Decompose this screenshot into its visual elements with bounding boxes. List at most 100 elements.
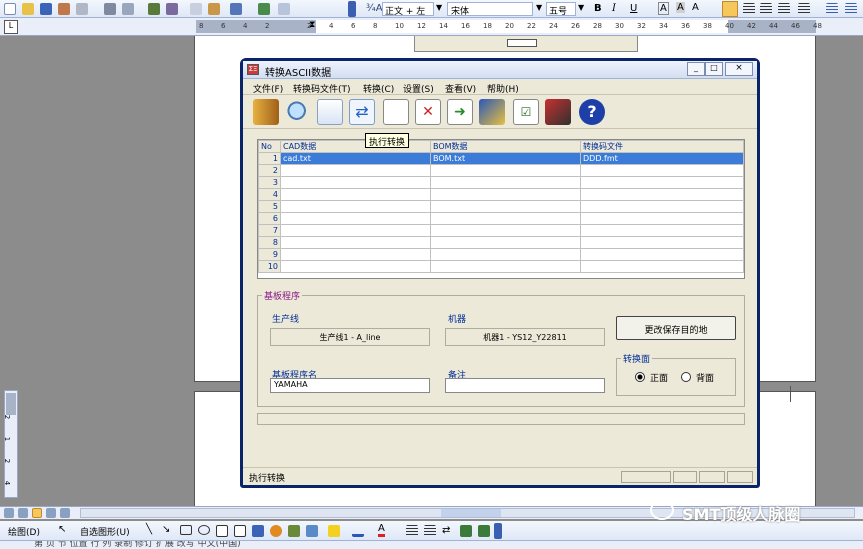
menu-help[interactable]: 帮助(H)	[487, 82, 519, 95]
normal-view-icon[interactable]	[4, 508, 14, 518]
table-cell-bom[interactable]	[430, 260, 581, 273]
print-icon[interactable]	[104, 3, 116, 15]
permission-icon[interactable]	[58, 3, 70, 15]
line-spacing-icon[interactable]	[798, 3, 810, 15]
chart-edit-icon[interactable]	[479, 99, 505, 125]
menu-view[interactable]: 查看(V)	[445, 82, 476, 95]
line-style-icon[interactable]	[406, 525, 418, 537]
table-row[interactable]: 4	[258, 188, 744, 201]
table-cell-no[interactable]: 10	[258, 260, 281, 273]
change-destination-button[interactable]: 更改保存目的地	[616, 316, 736, 340]
menu-conversion-file[interactable]: 转换码文件(T)	[293, 82, 351, 95]
justify-icon[interactable]	[778, 3, 790, 15]
hyperlink-icon[interactable]	[258, 3, 270, 15]
minimize-button[interactable]: _	[687, 62, 705, 76]
rectangle-tool-icon[interactable]	[180, 525, 192, 535]
table-cell-conv[interactable]	[580, 164, 744, 177]
copy-icon[interactable]	[190, 3, 202, 15]
underline-button[interactable]: U	[630, 3, 637, 14]
table-row[interactable]: 1 cad.txt BOM.txt DDD.fmt	[258, 152, 744, 165]
clipart-icon[interactable]	[288, 525, 300, 537]
align-center-icon[interactable]	[743, 3, 755, 15]
table-cell-bom[interactable]	[430, 188, 581, 201]
table-cell-conv[interactable]	[580, 188, 744, 201]
font-color-button[interactable]: A	[658, 2, 669, 15]
save-icon[interactable]	[40, 3, 52, 15]
table-cell-conv[interactable]	[580, 236, 744, 249]
print-view-icon[interactable]	[32, 508, 42, 518]
table-cell-conv[interactable]	[580, 212, 744, 225]
table-cell-bom[interactable]	[430, 224, 581, 237]
table-cell-cad[interactable]	[280, 260, 431, 273]
italic-button[interactable]: I	[612, 3, 616, 14]
table-cell-no[interactable]: 4	[258, 188, 281, 201]
table-cell-no[interactable]: 6	[258, 212, 281, 225]
insert-picture-icon[interactable]	[306, 525, 318, 537]
fill-color-icon[interactable]	[328, 525, 340, 537]
textbox-icon[interactable]	[216, 525, 228, 537]
table-cell-conv[interactable]	[580, 224, 744, 237]
web-view-icon[interactable]	[18, 508, 28, 518]
highlight-button[interactable]: A	[676, 2, 685, 13]
table-row[interactable]: 9	[258, 248, 744, 261]
table-cell-no[interactable]: 8	[258, 236, 281, 249]
font-color-icon[interactable]: A	[378, 524, 385, 537]
help-icon[interactable]: ?	[579, 99, 605, 125]
wordart-icon[interactable]	[252, 525, 264, 537]
table-row[interactable]: 3	[258, 176, 744, 189]
table-cell-no[interactable]: 1	[258, 152, 281, 165]
numbering-icon[interactable]	[826, 3, 838, 15]
table-row[interactable]: 10	[258, 260, 744, 273]
table-cell-bom[interactable]: BOM.txt	[430, 152, 581, 165]
paste-icon[interactable]	[208, 3, 220, 15]
autoshapes-menu[interactable]: 自选图形(U)	[80, 525, 130, 538]
menu-settings[interactable]: 设置(S)	[403, 82, 434, 95]
align-left-button[interactable]	[722, 1, 738, 17]
menu-file[interactable]: 文件(F)	[253, 82, 283, 95]
table-cell-cad[interactable]	[280, 176, 431, 189]
bold-button[interactable]: B	[594, 3, 602, 14]
table-cell-cad[interactable]: cad.txt	[280, 152, 431, 165]
close-button[interactable]: ×	[725, 62, 753, 76]
scroll-thumb[interactable]	[441, 509, 501, 517]
line-color-icon[interactable]	[352, 525, 364, 537]
column-header-conversion-file[interactable]: 转换码文件	[580, 140, 744, 153]
new-file-icon[interactable]	[383, 99, 409, 125]
shadow-icon[interactable]	[460, 525, 472, 537]
toolbar-grip[interactable]	[494, 523, 502, 539]
diagram-icon[interactable]	[270, 525, 282, 537]
indent-marker-icon[interactable]: ⧗	[309, 20, 315, 30]
arrow-tool-icon[interactable]: ↘	[162, 524, 170, 535]
draw-menu[interactable]: 绘图(D)	[8, 525, 40, 538]
front-radio[interactable]	[635, 372, 645, 382]
table-cell-conv[interactable]	[580, 176, 744, 189]
table-row[interactable]: 2	[258, 164, 744, 177]
checklist-icon[interactable]: ☑	[513, 99, 539, 125]
print-preview-icon[interactable]	[122, 3, 134, 15]
table-cell-bom[interactable]	[430, 200, 581, 213]
arrow-style-icon[interactable]: ⇄	[442, 525, 454, 537]
remark-input[interactable]	[445, 378, 605, 393]
chevron-down-icon[interactable]: ▼	[436, 3, 442, 12]
delete-file-icon[interactable]: ✕	[415, 99, 441, 125]
table-row[interactable]: 7	[258, 224, 744, 237]
table-cell-no[interactable]: 9	[258, 248, 281, 261]
convert-arrows-icon[interactable]: ⇄	[349, 99, 375, 125]
table-row[interactable]: 6	[258, 212, 744, 225]
horizontal-ruler[interactable]: L 8 6 4 2 2 4 6 8 10 12 14 16 18 20 22 24 26 28 30 32 34 36 38…	[0, 18, 863, 36]
table-cell-cad[interactable]	[280, 248, 431, 261]
title-bar[interactable]: ΣΞ 转换ASCII数据 _ □ ×	[243, 61, 757, 79]
edit-document-icon[interactable]	[317, 99, 343, 125]
vertical-textbox-icon[interactable]	[234, 525, 246, 537]
spelling-icon[interactable]	[148, 3, 160, 15]
chevron-down-icon[interactable]: ▼	[536, 3, 542, 12]
menu-convert[interactable]: 转换(C)	[363, 82, 394, 95]
vertical-ruler[interactable]: 2 1 2 4	[3, 390, 18, 498]
magnifier-icon[interactable]	[285, 99, 311, 125]
column-header-bom[interactable]: BOM数据	[430, 140, 581, 153]
table-cell-cad[interactable]	[280, 188, 431, 201]
table-cell-conv[interactable]: DDD.fmt	[580, 152, 744, 165]
table-cell-bom[interactable]	[430, 248, 581, 261]
reading-view-icon[interactable]	[60, 508, 70, 518]
table-cell-cad[interactable]	[280, 224, 431, 237]
